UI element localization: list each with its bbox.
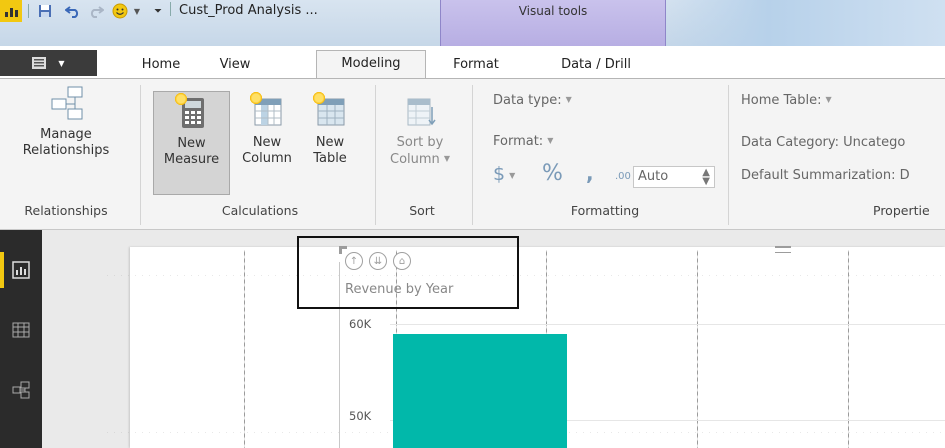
chart-bar[interactable] — [393, 333, 567, 448]
group-label-formatting: Formatting — [570, 203, 640, 218]
chevron-down-icon: ▼ — [443, 154, 450, 163]
group-label-calculations: Calculations — [221, 203, 299, 218]
snap-grid-line — [697, 250, 698, 448]
currency-button[interactable]: $ ▼ — [493, 163, 515, 185]
window-title-wrapper: Cust_Prod Analysis ... — [170, 0, 318, 22]
y-tick-label: 60K — [349, 317, 372, 331]
window-title: Cust_Prod Analysis ... — [179, 3, 318, 18]
default-summarization-dropdown[interactable]: Default Summarization: D — [741, 168, 910, 183]
ribbon: Manage Relationships Relationships New M… — [0, 78, 945, 230]
save-icon[interactable] — [35, 0, 55, 22]
new-table-label-line2: Table — [313, 151, 347, 166]
report-view-button[interactable] — [0, 252, 42, 288]
new-sparkle-icon — [173, 92, 188, 106]
powerbi-app-icon[interactable] — [0, 0, 22, 22]
title-bar-glow — [650, 0, 945, 46]
new-measure-label-line1: New — [177, 136, 206, 151]
file-menu-icon — [32, 57, 47, 69]
new-column-button[interactable]: New Column — [234, 91, 300, 167]
customize-toolbar-icon[interactable]: ⏷ — [150, 0, 166, 22]
tab-modeling[interactable]: Modeling — [316, 50, 426, 78]
visual-move-handle[interactable] — [775, 252, 791, 253]
y-tick-label: 50K — [349, 409, 372, 423]
group-separator — [728, 85, 729, 225]
chevron-down-icon: ▼ — [547, 136, 554, 145]
percent-button[interactable]: % — [542, 161, 563, 186]
report-view-icon — [12, 261, 30, 279]
chevron-down-icon: ▼ — [509, 171, 516, 180]
new-measure-button[interactable]: New Measure — [153, 91, 230, 195]
feedback-dropdown-icon[interactable]: ▼ — [132, 0, 142, 22]
decimal-places-value: Auto — [638, 169, 669, 184]
separator — [28, 4, 29, 18]
separator — [170, 2, 171, 16]
group-label-properties: Propertie — [873, 203, 930, 218]
group-separator — [472, 85, 473, 225]
new-table-button[interactable]: New Table — [300, 91, 360, 167]
group-separator — [375, 85, 376, 225]
format-label: Format: — [493, 134, 544, 149]
smiley-feedback-icon[interactable] — [108, 0, 132, 22]
sort-by-column-button[interactable]: Sort by Column ▼ — [382, 91, 458, 168]
sort-by-column-icon — [404, 93, 436, 129]
new-table-label-line1: New — [315, 135, 345, 150]
snap-grid-line — [848, 250, 849, 448]
data-type-label: Data type: — [493, 93, 562, 108]
group-label-relationships: Relationships — [24, 203, 108, 218]
decimal-places-stepper[interactable]: Auto ▲ ▼ — [633, 166, 715, 188]
new-column-label-line2: Column — [242, 151, 292, 166]
new-sparkle-icon — [312, 91, 326, 105]
data-type-dropdown[interactable]: Data type: ▼ — [493, 93, 572, 108]
annotation-highlight-box — [297, 236, 519, 309]
gridline-60k — [390, 324, 945, 325]
sort-by-label-line1: Sort by — [396, 135, 444, 150]
tab-format[interactable]: Format — [446, 52, 506, 78]
new-column-icon — [249, 91, 283, 129]
contextual-tab-group: Visual tools — [440, 0, 666, 46]
home-table-dropdown[interactable]: Home Table: ▼ — [741, 93, 832, 108]
visual-move-handle[interactable] — [775, 246, 791, 248]
snap-grid-line — [244, 250, 245, 448]
view-navigation — [0, 230, 42, 448]
data-view-icon — [12, 322, 30, 338]
new-table-icon — [312, 91, 346, 129]
relationships-view-button[interactable] — [0, 372, 42, 408]
manage-label-line2: Relationships — [22, 143, 110, 158]
new-measure-label-line2: Measure — [163, 152, 220, 167]
tab-view[interactable]: View — [205, 52, 265, 78]
group-label-sort: Sort — [409, 203, 435, 218]
visual-tools-label: Visual tools — [518, 4, 588, 18]
chevron-down-icon: ▼ — [58, 58, 65, 68]
stepper-arrows-icon: ▲ ▼ — [702, 167, 710, 187]
manage-relationships-button[interactable]: Manage Relationships — [4, 85, 128, 159]
chevron-down-icon: ▼ — [825, 95, 832, 104]
data-category-dropdown[interactable]: Data Category: Uncatego — [741, 135, 905, 150]
manage-relationships-icon — [50, 85, 83, 121]
redo-icon[interactable] — [86, 0, 106, 22]
chevron-down-icon: ▼ — [565, 95, 572, 104]
format-dropdown[interactable]: Format: ▼ — [493, 134, 553, 149]
title-bar: ▼ ⏷ Cust_Prod Analysis ... Visual tools — [0, 0, 945, 46]
undo-icon[interactable] — [63, 0, 83, 22]
new-measure-icon — [173, 92, 208, 130]
thousands-separator-button[interactable]: , — [586, 161, 594, 185]
group-separator — [140, 85, 141, 225]
snap-grid-line — [104, 275, 945, 276]
tab-data-drill[interactable]: Data / Drill — [546, 52, 646, 78]
currency-icon: $ — [493, 163, 506, 185]
new-sparkle-icon — [249, 91, 263, 105]
manage-label-line1: Manage — [40, 127, 92, 142]
home-table-label: Home Table: — [741, 93, 822, 108]
file-menu-button[interactable]: ▼ — [0, 50, 97, 76]
tab-home[interactable]: Home — [126, 52, 196, 78]
data-view-button[interactable] — [0, 312, 42, 348]
relationships-view-icon — [12, 381, 30, 399]
decimal-places-icon: .00 — [615, 171, 631, 182]
sort-by-label-line2: Column — [390, 152, 440, 167]
new-column-label-line1: New — [252, 135, 282, 150]
